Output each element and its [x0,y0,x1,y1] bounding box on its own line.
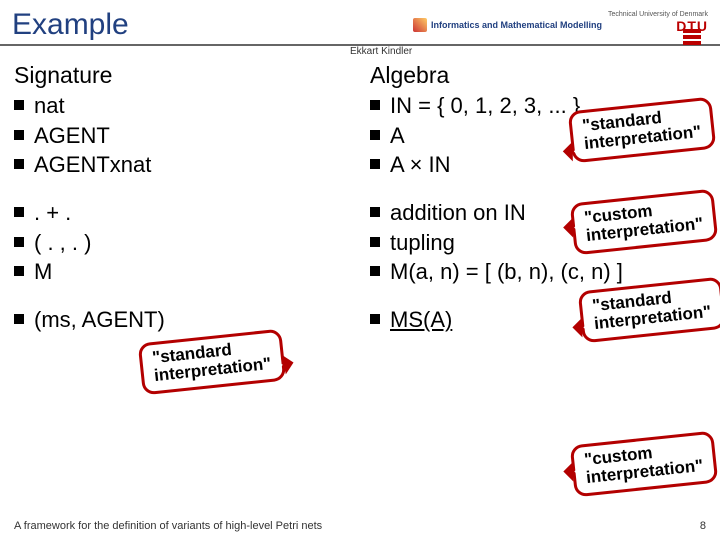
callout-text: "standard interpretation" [151,340,272,385]
list-item: AGENTxnat [14,150,350,180]
item-text: AGENT [34,121,110,151]
bullet-icon [14,266,24,276]
bullet-icon [370,207,380,217]
dtu-bars-icon [683,35,701,39]
dept-name: Informatics and Mathematical Modelling [431,20,602,30]
bullet-icon [14,130,24,140]
list-item: nat [14,91,350,121]
item-text: M(a, n) = [ (b, n), (c, n) ] [390,257,623,287]
list-item: AGENT [14,121,350,151]
algebra-heading: Algebra [370,62,706,89]
callout-text: "standard interpretation" [592,288,713,333]
item-text: A [390,121,405,151]
dept-logo-icon [413,18,427,32]
page-number: 8 [700,520,706,532]
item-text: MS(A) [390,305,452,335]
bullet-icon [370,130,380,140]
header-logos: Informatics and Mathematical Modelling T… [413,11,708,39]
list-item: M [14,257,350,287]
dtu-logo: DTU [676,18,708,39]
university-name: Technical University of Denmark [608,11,708,18]
item-text: nat [34,91,65,121]
callout-text: "custom interpretation" [584,443,705,487]
signature-column: Signature nat AGENT AGENTxnat . + . ( . … [14,62,350,353]
callout-text: "standard interpretation" [582,108,703,153]
item-text: . + . [34,198,71,228]
list-item: A × IN [370,150,706,180]
bullet-icon [370,266,380,276]
signature-heading: Signature [14,62,350,89]
bullet-icon [14,314,24,324]
bullet-icon [370,100,380,110]
bullet-icon [370,314,380,324]
bullet-icon [370,159,380,169]
footer-text: A framework for the definition of varian… [14,520,322,532]
item-text: M [34,257,52,287]
bullet-icon [14,159,24,169]
bullet-icon [370,237,380,247]
item-text: (ms, AGENT) [34,305,165,335]
item-text: AGENTxnat [34,150,151,180]
list-item: . + . [14,198,350,228]
callout-custom-2: "custom interpretation" [570,431,718,497]
item-text: addition on IN [390,198,526,228]
item-text: tupling [390,228,455,258]
callout-text: "custom interpretation" [584,201,705,245]
list-item: (ms, AGENT) [14,305,350,335]
slide-title: Example [12,8,129,42]
item-text: IN = { 0, 1, 2, 3, ... } [390,91,580,121]
bullet-icon [14,100,24,110]
bullet-icon [14,237,24,247]
item-text: ( . , . ) [34,228,91,258]
item-text: A × IN [390,150,451,180]
list-item: ( . , . ) [14,228,350,258]
bullet-icon [14,207,24,217]
